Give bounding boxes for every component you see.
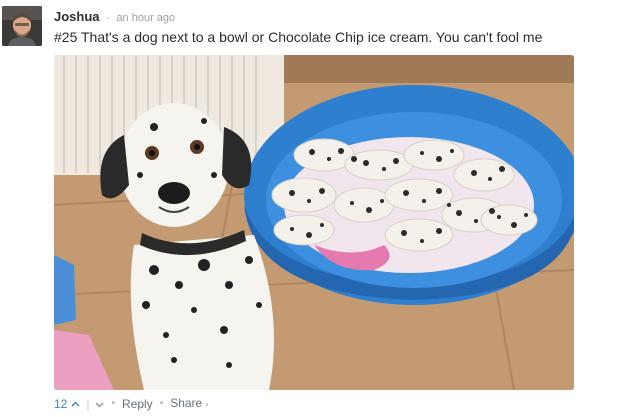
share-label: Share: [170, 396, 203, 410]
action-bullet: •: [111, 397, 115, 409]
comment-message: #25 That's a dog next to a bowl or Choco…: [54, 29, 543, 45]
avatar[interactable]: [2, 6, 42, 46]
timestamp[interactable]: an hour ago: [116, 12, 175, 24]
author-name[interactable]: Joshua: [54, 9, 100, 24]
chevron-down-icon: [95, 402, 104, 407]
user-avatar-icon: [2, 6, 42, 46]
share-button[interactable]: Share ›: [170, 395, 208, 412]
chevron-up-icon: [71, 401, 80, 406]
downvote-button[interactable]: [95, 396, 104, 412]
chevron-right-icon: ›: [205, 399, 209, 409]
meta-separator: ·: [106, 12, 110, 24]
comment-actions: 12 | • Reply • Share ›: [54, 395, 208, 412]
upvote-count: 12: [54, 396, 68, 411]
upvote-button[interactable]: 12: [54, 396, 80, 412]
action-bullet: •: [159, 397, 164, 409]
reply-button[interactable]: Reply: [122, 396, 153, 412]
comment-header: Joshua · an hour ago: [54, 9, 175, 26]
vote-divider: |: [86, 396, 90, 411]
comment-photo[interactable]: [54, 55, 574, 390]
dalmatian-puppies-image: [54, 55, 574, 390]
